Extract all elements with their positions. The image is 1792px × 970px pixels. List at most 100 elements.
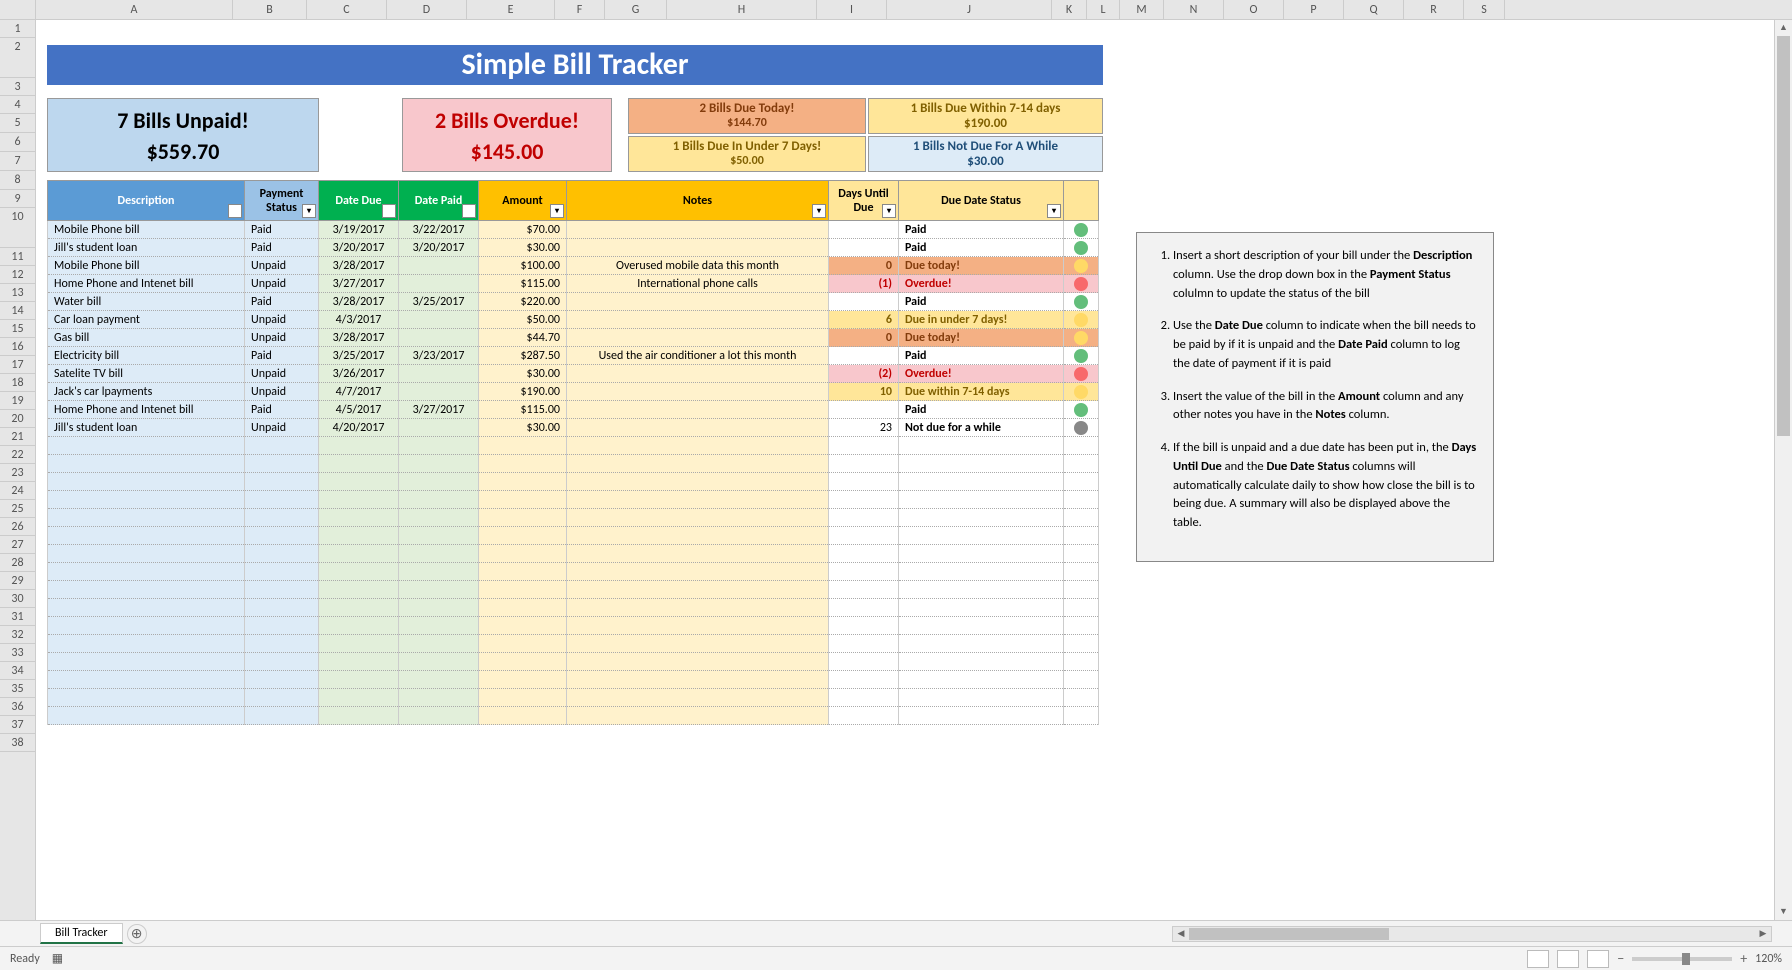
zoom-level[interactable]: 120% — [1755, 952, 1782, 966]
zoom-in-button[interactable]: + — [1740, 950, 1747, 967]
row-header[interactable]: 26 — [0, 518, 35, 536]
table-row[interactable]: Mobile Phone bill Paid 3/19/2017 3/22/20… — [48, 221, 1099, 239]
macro-icon[interactable]: ▦ — [52, 951, 63, 966]
column-header[interactable]: S — [1464, 0, 1505, 19]
zoom-out-button[interactable]: − — [1617, 950, 1624, 967]
filter-icon[interactable]: ▾ — [462, 204, 476, 218]
filter-icon[interactable]: ▾ — [302, 204, 316, 218]
column-header[interactable]: F — [555, 0, 605, 19]
filter-icon[interactable]: ▾ — [382, 204, 396, 218]
table-row[interactable] — [48, 707, 1099, 725]
row-header[interactable]: 34 — [0, 662, 35, 680]
row-header[interactable]: 24 — [0, 482, 35, 500]
filter-icon[interactable]: ▾ — [550, 204, 564, 218]
column-header[interactable]: E — [467, 0, 555, 19]
row-header[interactable]: 14 — [0, 302, 35, 320]
table-row[interactable] — [48, 473, 1099, 491]
column-header[interactable]: P — [1284, 0, 1344, 19]
horizontal-scrollbar[interactable]: ◀ ▶ — [1172, 926, 1772, 942]
table-row[interactable] — [48, 689, 1099, 707]
table-row[interactable]: Water bill Paid 3/28/2017 3/25/2017 $220… — [48, 293, 1099, 311]
row-header[interactable]: 7 — [0, 152, 35, 171]
row-header[interactable]: 12 — [0, 266, 35, 284]
filter-icon[interactable]: ▾ — [1047, 204, 1061, 218]
sheet-tab-bill-tracker[interactable]: Bill Tracker — [40, 923, 123, 944]
column-header[interactable]: A — [36, 0, 233, 19]
table-row[interactable]: Car loan payment Unpaid 4/3/2017 $50.00 … — [48, 311, 1099, 329]
view-page-layout-button[interactable] — [1557, 950, 1579, 968]
spreadsheet-grid[interactable]: Simple Bill Tracker 7 Bills Unpaid! $559… — [36, 20, 1792, 920]
table-row[interactable] — [48, 509, 1099, 527]
row-header[interactable]: 30 — [0, 590, 35, 608]
row-header[interactable]: 2 — [0, 38, 35, 78]
row-header[interactable]: 15 — [0, 320, 35, 338]
column-header[interactable]: N — [1164, 0, 1224, 19]
row-header[interactable]: 9 — [0, 190, 35, 208]
table-row[interactable] — [48, 491, 1099, 509]
table-row[interactable]: Gas bill Unpaid 3/28/2017 $44.70 0 Due t… — [48, 329, 1099, 347]
table-row[interactable]: Satelite TV bill Unpaid 3/26/2017 $30.00… — [48, 365, 1099, 383]
add-sheet-button[interactable]: ⊕ — [127, 924, 147, 944]
column-header[interactable]: I — [817, 0, 887, 19]
row-header[interactable]: 28 — [0, 554, 35, 572]
table-row[interactable]: Jack's car lpayments Unpaid 4/7/2017 $19… — [48, 383, 1099, 401]
row-header[interactable]: 38 — [0, 734, 35, 752]
row-header[interactable]: 18 — [0, 374, 35, 392]
table-row[interactable]: Home Phone and Intenet bill Unpaid 3/27/… — [48, 275, 1099, 293]
row-header[interactable]: 25 — [0, 500, 35, 518]
table-row[interactable]: Jill's student loan Unpaid 4/20/2017 $30… — [48, 419, 1099, 437]
select-all-corner[interactable] — [0, 0, 36, 19]
row-header[interactable]: 8 — [0, 171, 35, 190]
row-header[interactable]: 23 — [0, 464, 35, 482]
view-page-break-button[interactable] — [1587, 950, 1609, 968]
row-header[interactable]: 6 — [0, 133, 35, 152]
table-row[interactable] — [48, 545, 1099, 563]
row-header[interactable]: 20 — [0, 410, 35, 428]
row-header[interactable]: 27 — [0, 536, 35, 554]
vertical-scrollbar[interactable]: ▲ ▼ — [1774, 20, 1792, 920]
column-header[interactable]: K — [1052, 0, 1087, 19]
filter-icon[interactable]: ▾ — [812, 204, 826, 218]
row-header[interactable]: 32 — [0, 626, 35, 644]
table-row[interactable] — [48, 527, 1099, 545]
table-row[interactable] — [48, 563, 1099, 581]
column-header[interactable]: C — [307, 0, 387, 19]
row-header[interactable]: 19 — [0, 392, 35, 410]
row-header[interactable]: 29 — [0, 572, 35, 590]
row-header[interactable]: 5 — [0, 114, 35, 133]
view-normal-button[interactable] — [1527, 950, 1549, 968]
row-header[interactable]: 22 — [0, 446, 35, 464]
row-header[interactable]: 4 — [0, 96, 35, 114]
table-row[interactable]: Mobile Phone bill Unpaid 3/28/2017 $100.… — [48, 257, 1099, 275]
row-header[interactable]: 10 — [0, 208, 35, 248]
column-header[interactable]: Q — [1344, 0, 1404, 19]
table-row[interactable]: Electricity bill Paid 3/25/2017 3/23/201… — [48, 347, 1099, 365]
column-header[interactable]: R — [1404, 0, 1464, 19]
table-row[interactable] — [48, 617, 1099, 635]
row-header[interactable]: 37 — [0, 716, 35, 734]
column-header[interactable]: D — [387, 0, 467, 19]
filter-icon[interactable]: ▾ — [882, 204, 896, 218]
row-header[interactable]: 16 — [0, 338, 35, 356]
column-header[interactable]: B — [233, 0, 307, 19]
row-header[interactable]: 31 — [0, 608, 35, 626]
row-header[interactable]: 1 — [0, 20, 35, 38]
table-row[interactable] — [48, 653, 1099, 671]
row-header[interactable]: 36 — [0, 698, 35, 716]
table-row[interactable]: Jill's student loan Paid 3/20/2017 3/20/… — [48, 239, 1099, 257]
column-header[interactable]: O — [1224, 0, 1284, 19]
column-header[interactable]: G — [605, 0, 667, 19]
column-header[interactable]: M — [1120, 0, 1164, 19]
table-row[interactable]: Home Phone and Intenet bill Paid 4/5/201… — [48, 401, 1099, 419]
column-header[interactable]: L — [1087, 0, 1120, 19]
row-header[interactable]: 33 — [0, 644, 35, 662]
table-row[interactable] — [48, 635, 1099, 653]
filter-icon[interactable]: ▾ — [228, 204, 242, 218]
row-header[interactable]: 21 — [0, 428, 35, 446]
column-header[interactable]: H — [667, 0, 817, 19]
row-header[interactable]: 3 — [0, 78, 35, 96]
zoom-slider[interactable] — [1632, 957, 1732, 961]
table-row[interactable] — [48, 581, 1099, 599]
row-header[interactable]: 11 — [0, 248, 35, 266]
row-header[interactable]: 17 — [0, 356, 35, 374]
